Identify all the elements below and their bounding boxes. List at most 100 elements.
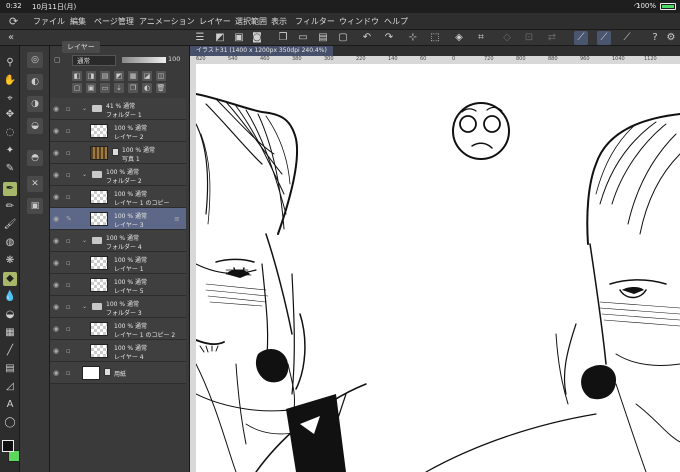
figure-tool-icon[interactable]: ╱: [3, 344, 17, 358]
layer-lock-slot-icon[interactable]: ▫: [66, 259, 71, 267]
layer-lock-slot-icon[interactable]: ▫: [66, 149, 71, 157]
layer-folder-row[interactable]: ◉ ▫ ⌄ 100 % 通常 フォルダー 4: [50, 230, 186, 252]
document-tab[interactable]: イラスト31 (1400 x 1200px 350dpi 240.4%): [190, 46, 333, 56]
visibility-eye-icon[interactable]: ◉: [53, 303, 59, 311]
border-effect-icon[interactable]: ◑: [27, 96, 43, 112]
visibility-eye-icon[interactable]: ◉: [53, 347, 59, 355]
frame-tool-icon[interactable]: ▤: [3, 362, 17, 376]
layer-lock-slot-icon[interactable]: ▫: [66, 281, 71, 289]
scale-icon[interactable]: ⊡: [522, 31, 536, 45]
ruler-toggle-icon[interactable]: ◫: [156, 71, 166, 81]
new-raster-layer-icon[interactable]: ▢: [72, 83, 82, 93]
undo-icon[interactable]: ↶: [360, 31, 374, 45]
layer-folder-row[interactable]: ◉ ▫ ⌄ 100 % 通常 フォルダー 3: [50, 296, 186, 318]
lock-alpha-icon[interactable]: ▦: [128, 71, 138, 81]
transform-icon[interactable]: ◇: [500, 31, 514, 45]
clip-layer-icon[interactable]: ◧: [72, 71, 82, 81]
layer-row[interactable]: ◉ ▫ 100 % 通常 写真 1: [50, 142, 186, 164]
layer-settings-icon[interactable]: ▢: [54, 56, 61, 64]
mask-toggle-icon[interactable]: ◪: [142, 71, 152, 81]
visibility-eye-icon[interactable]: ◉: [53, 369, 59, 377]
pencil-tool-icon[interactable]: ✏: [3, 200, 17, 214]
crop-icon[interactable]: ⌗: [474, 31, 488, 45]
layer-color-icon[interactable]: ◓: [27, 150, 43, 166]
draft-icon[interactable]: ▣: [27, 198, 43, 214]
layer-row[interactable]: ◉ ▫ 100 % 通常 レイヤー 4: [50, 340, 186, 362]
layer-lock-slot-icon[interactable]: ▫: [66, 347, 71, 355]
menu-page[interactable]: ページ管理: [94, 16, 134, 27]
layer-folder-row[interactable]: ◉ ▫ ⌄ 100 % 通常 フォルダー 2: [50, 164, 186, 186]
copy-layer-icon[interactable]: ❐: [128, 83, 138, 93]
gradient-tool-icon[interactable]: ▦: [3, 326, 17, 340]
layer-folder-row[interactable]: ◉ ▫ ⌄ 41 % 通常 フォルダー 1: [50, 98, 186, 120]
blend-mode-select[interactable]: 通常: [72, 55, 116, 66]
fill-tool-icon[interactable]: ◒: [3, 308, 17, 322]
opacity-value[interactable]: 100: [168, 55, 180, 63]
create-mask-icon[interactable]: ◐: [142, 83, 152, 93]
layer-row[interactable]: ◉ ✎ 100 % 通常 レイヤー 3 ≡: [50, 208, 186, 230]
visibility-eye-icon[interactable]: ◉: [53, 105, 59, 113]
cut-icon[interactable]: ▭: [296, 31, 310, 45]
layer-row[interactable]: ◉ ▫ 100 % 通常 レイヤー 1: [50, 252, 186, 274]
reference-layer-icon[interactable]: ◨: [86, 71, 96, 81]
airbrush-icon[interactable]: ◍: [3, 236, 17, 250]
lock-icon[interactable]: ✕: [27, 176, 43, 192]
layer-lock-slot-icon[interactable]: ▫: [66, 369, 71, 377]
menu-edit[interactable]: 編集: [70, 16, 86, 27]
layer-row[interactable]: ◉ ▫ 100 % 通常 レイヤー 2: [50, 120, 186, 142]
layer-lock-slot-icon[interactable]: ▫: [66, 127, 71, 135]
brush-tool-icon[interactable]: 🖌: [3, 218, 17, 232]
tone-icon[interactable]: ◒: [27, 118, 43, 134]
visibility-eye-icon[interactable]: ◉: [53, 259, 59, 267]
balloon-tool-icon[interactable]: ◯: [3, 416, 17, 430]
visibility-eye-icon[interactable]: ◉: [53, 127, 59, 135]
lasso-tool-icon[interactable]: ◌: [3, 126, 17, 140]
layer-property-icon[interactable]: ◎: [27, 52, 43, 68]
hand-tool-icon[interactable]: ✋: [3, 74, 17, 88]
ruler-tool-icon[interactable]: ◿: [3, 380, 17, 394]
magic-wand-icon[interactable]: ✦: [3, 144, 17, 158]
menu-animation[interactable]: アニメーション: [139, 16, 195, 27]
visibility-eye-icon[interactable]: ◉: [53, 215, 59, 223]
layer-panel-tab[interactable]: レイヤー: [62, 41, 100, 53]
eyedropper-icon[interactable]: ✎: [3, 162, 17, 176]
new-folder-icon[interactable]: ▭: [100, 83, 110, 93]
edit-target-icon[interactable]: ✎: [66, 215, 72, 223]
text-tool-icon[interactable]: A: [3, 398, 17, 412]
layer-lock-slot-icon[interactable]: ▫: [66, 303, 71, 311]
menu-file[interactable]: ファイル: [33, 16, 65, 27]
menu-help[interactable]: ヘルプ: [384, 16, 408, 27]
decoration-icon[interactable]: ❋: [3, 254, 17, 268]
visibility-eye-icon[interactable]: ◉: [53, 325, 59, 333]
flip-icon[interactable]: ⇄: [545, 31, 559, 45]
layer-row[interactable]: ◉ ▫ 100 % 通常 レイヤー 1 のコピー 2: [50, 318, 186, 340]
redo-icon[interactable]: ↷: [382, 31, 396, 45]
ruler-snap-icon[interactable]: ⟋: [574, 31, 588, 45]
eraser-tool-icon[interactable]: ◆: [3, 272, 17, 286]
visibility-eye-icon[interactable]: ◉: [53, 281, 59, 289]
app-logo-icon[interactable]: ⟳: [9, 15, 18, 28]
folder-expand-chevron-icon[interactable]: ⌄: [82, 237, 87, 244]
layer-lock-slot-icon[interactable]: ▫: [66, 237, 71, 245]
hamburger-icon[interactable]: ☰: [193, 31, 207, 45]
move-tool-icon[interactable]: ✥: [3, 108, 17, 122]
blend-tool-icon[interactable]: 💧: [3, 290, 17, 304]
folder-expand-chevron-icon[interactable]: ⌄: [82, 105, 87, 112]
layer-row[interactable]: ◉ ▫ 100 % 通常 レイヤー 1 のコピー: [50, 186, 186, 208]
folder-expand-chevron-icon[interactable]: ⌄: [82, 171, 87, 178]
grid-snap-icon[interactable]: ⟋: [620, 31, 634, 45]
merge-down-icon[interactable]: ⇣: [114, 83, 124, 93]
menu-window[interactable]: ウィンドウ: [339, 16, 379, 27]
layer-lock-slot-icon[interactable]: ▫: [66, 171, 71, 179]
help-icon[interactable]: ?: [648, 31, 662, 45]
clear-icon[interactable]: ▢: [336, 31, 350, 45]
folder-expand-chevron-icon[interactable]: ⌄: [82, 303, 87, 310]
opacity-slider[interactable]: [122, 57, 166, 63]
menu-view[interactable]: 表示: [271, 16, 287, 27]
operation-tool-icon[interactable]: ⌖: [3, 92, 17, 106]
lock-layer-icon[interactable]: ◩: [114, 71, 124, 81]
open-file-icon[interactable]: ▣: [232, 31, 246, 45]
layer-row[interactable]: ◉ ▫ 用紙: [50, 362, 186, 384]
menu-filter[interactable]: フィルター: [295, 16, 335, 27]
zoom-tool-icon[interactable]: ⚲: [3, 56, 17, 70]
